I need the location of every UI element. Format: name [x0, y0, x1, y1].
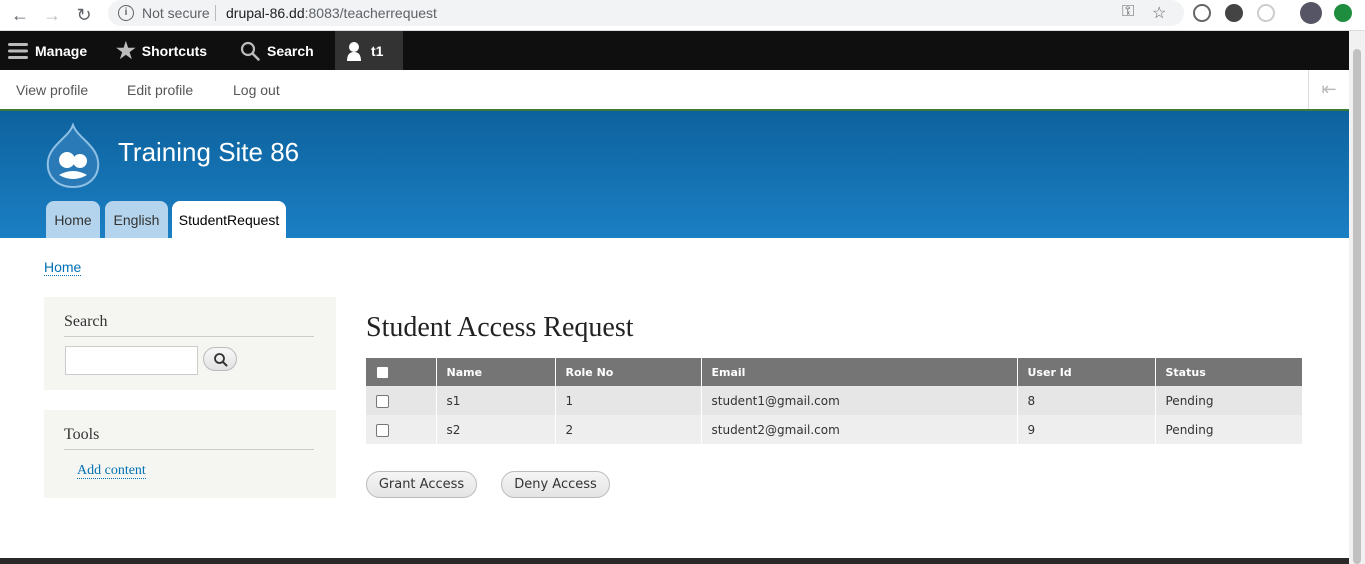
add-content-link[interactable]: Add content: [77, 464, 146, 479]
row-checkbox[interactable]: [376, 394, 389, 408]
toolbar-user-label: t1: [371, 42, 384, 59]
column-header-role-no: Role No: [555, 358, 702, 386]
cell-email: student2@gmail.com: [701, 415, 1018, 444]
search-icon: [214, 353, 228, 367]
grant-access-button[interactable]: Grant Access: [366, 471, 477, 498]
reload-icon[interactable]: ↻: [72, 3, 96, 27]
select-all-header: [366, 358, 437, 386]
table-header-row: Name Role No Email User Id Status: [366, 358, 1302, 386]
cell-name: s2: [436, 415, 556, 444]
search-block: Search: [44, 297, 336, 390]
toolbar-manage[interactable]: Manage: [8, 31, 87, 70]
address-bar[interactable]: i Not secure drupal-86.dd:8083/teacherre…: [108, 0, 1184, 26]
extension-v-icon[interactable]: [1193, 4, 1211, 22]
breadcrumb[interactable]: Home: [44, 260, 82, 276]
page-title: Student Access Request: [366, 312, 634, 343]
tray-orientation-toggle-icon[interactable]: ⇤: [1308, 70, 1349, 109]
avatar[interactable]: [1300, 2, 1322, 24]
admin-toolbar: Manage ★ Shortcuts Search t1: [0, 31, 1349, 70]
security-label: Not secure: [142, 5, 210, 21]
cell-role-no: 1: [555, 386, 702, 415]
toolbar-shortcuts[interactable]: ★ Shortcuts: [116, 31, 207, 70]
search-input[interactable]: [65, 346, 198, 375]
url-text[interactable]: drupal-86.dd:8083/teacherrequest: [226, 5, 437, 21]
menu-icon: [8, 42, 28, 59]
cell-user-id: 8: [1017, 386, 1156, 415]
site-name[interactable]: Training Site 86: [118, 137, 299, 168]
footer: [0, 558, 1349, 564]
tools-block: Tools Add content: [44, 410, 336, 498]
cell-status: Pending: [1155, 415, 1302, 444]
column-header-name: Name: [436, 358, 556, 386]
key-icon[interactable]: ⚿: [1122, 3, 1134, 21]
extension-dark-icon[interactable]: [1225, 4, 1243, 22]
column-header-email: Email: [701, 358, 1018, 386]
extension-timer-icon[interactable]: [1257, 4, 1275, 22]
cell-name: s1: [436, 386, 556, 415]
update-icon[interactable]: [1334, 4, 1352, 22]
divider: [215, 5, 216, 21]
info-icon[interactable]: i: [118, 5, 134, 21]
row-checkbox[interactable]: [376, 423, 389, 437]
column-header-user-id: User Id: [1017, 358, 1156, 386]
toolbar-search[interactable]: Search: [240, 31, 314, 70]
search-block-title: Search: [64, 313, 314, 337]
scrollbar-thumb[interactable]: [1353, 49, 1361, 564]
star-icon: ★: [116, 37, 136, 63]
edit-profile-link[interactable]: Edit profile: [127, 82, 193, 98]
log-out-link[interactable]: Log out: [233, 82, 280, 98]
tools-block-title: Tools: [64, 426, 314, 450]
page-scrollbar[interactable]: [1349, 31, 1365, 564]
deny-access-button[interactable]: Deny Access: [501, 471, 610, 498]
search-icon: [240, 41, 260, 61]
cell-user-id: 9: [1017, 415, 1156, 444]
site-header: Training Site 86 Home English StudentReq…: [0, 111, 1349, 238]
tab-english[interactable]: English: [105, 201, 168, 238]
table-row: s2 2 student2@gmail.com 9 Pending: [366, 415, 1302, 444]
cell-status: Pending: [1155, 386, 1302, 415]
search-button[interactable]: [203, 347, 237, 371]
user-tray: View profile Edit profile Log out ⇤: [0, 70, 1349, 110]
forward-icon[interactable]: →: [40, 3, 64, 27]
table-row: s1 1 student1@gmail.com 8 Pending: [366, 386, 1302, 415]
toolbar-user[interactable]: t1: [335, 31, 403, 70]
cell-email: student1@gmail.com: [701, 386, 1018, 415]
toolbar-manage-label: Manage: [35, 42, 88, 59]
select-all-checkbox[interactable]: [376, 365, 389, 379]
row-select-cell: [366, 386, 437, 415]
back-icon[interactable]: ←: [8, 3, 32, 27]
view-profile-link[interactable]: View profile: [16, 82, 88, 98]
column-header-status: Status: [1155, 358, 1302, 386]
tab-studentrequest[interactable]: StudentRequest: [172, 201, 286, 238]
user-icon: [347, 41, 361, 61]
student-request-table: Name Role No Email User Id Status s1 1 s…: [366, 358, 1302, 444]
drupal-logo-icon[interactable]: [44, 123, 102, 189]
cell-role-no: 2: [555, 415, 702, 444]
toolbar-search-label: Search: [267, 42, 314, 59]
row-select-cell: [366, 415, 437, 444]
browser-chrome: ← → ↻ i Not secure drupal-86.dd:8083/tea…: [0, 0, 1365, 31]
star-icon[interactable]: ☆: [1152, 3, 1166, 23]
toolbar-shortcuts-label: Shortcuts: [141, 42, 208, 59]
tab-home[interactable]: Home: [46, 201, 100, 238]
